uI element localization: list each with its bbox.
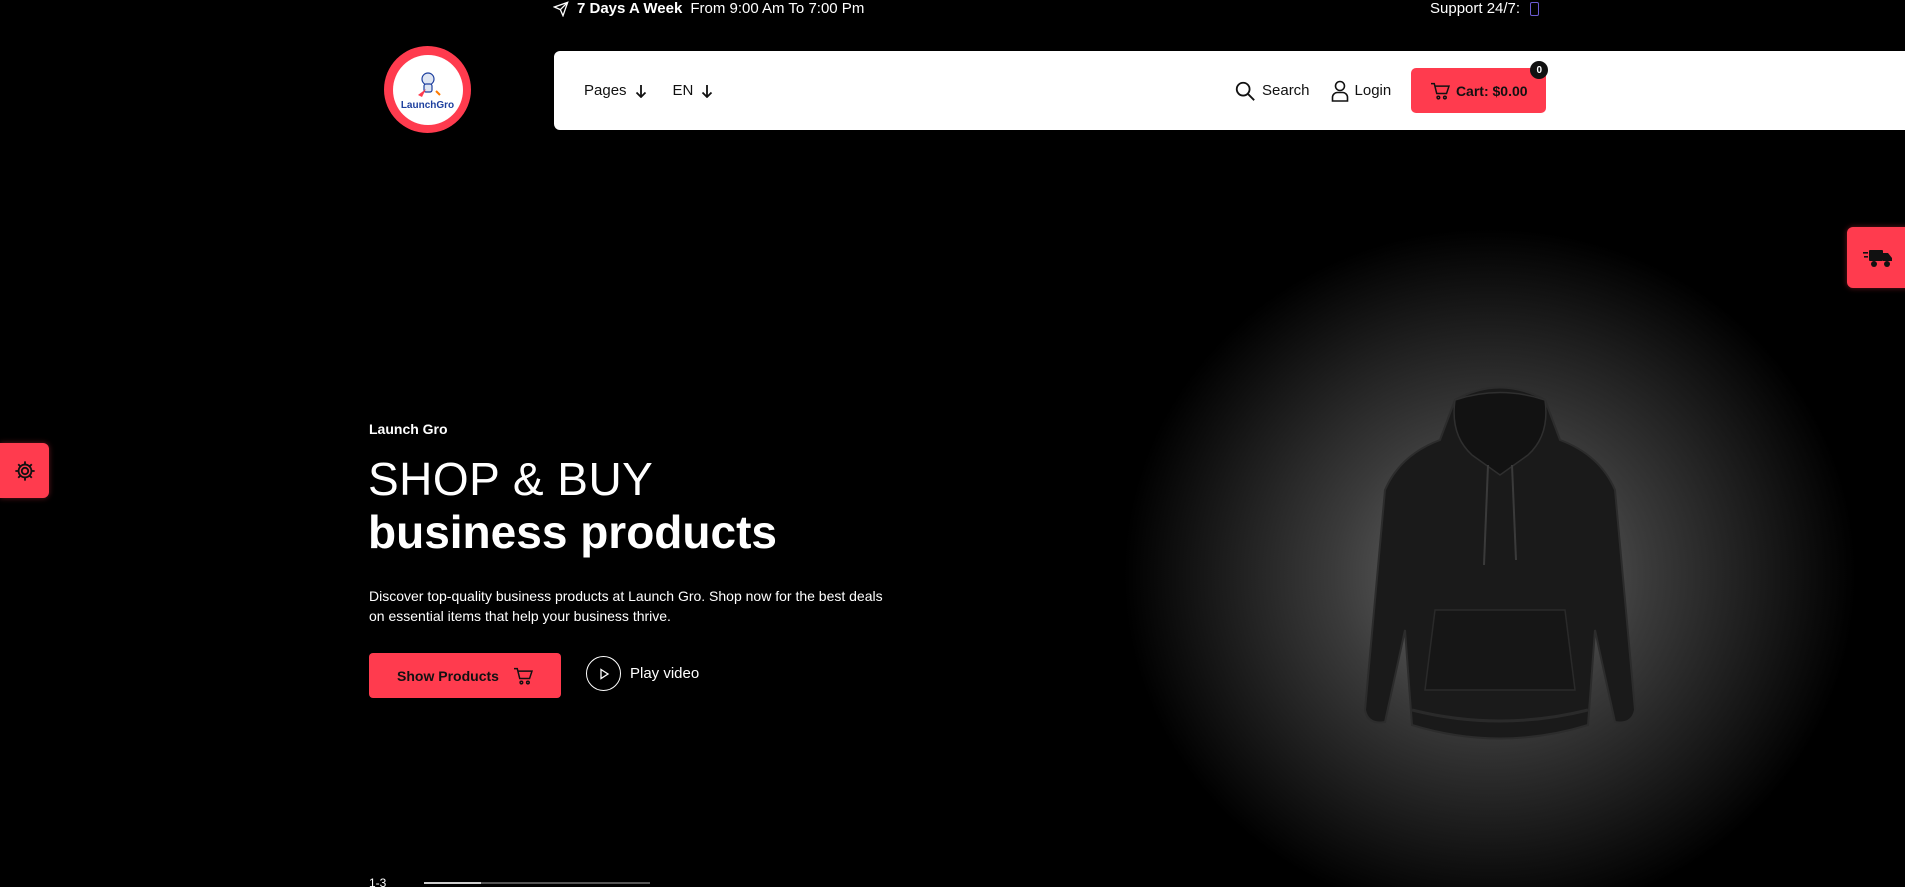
top-info-bar: 7 Days A Week From 9:00 Am To 7:00 Pm Su…: [0, 0, 1905, 18]
show-products-button[interactable]: Show Products: [369, 653, 561, 698]
site-logo[interactable]: LaunchGro: [384, 46, 471, 133]
arrow-down-icon: [635, 84, 646, 98]
logo-badge: LaunchGro: [392, 54, 463, 125]
cart-button[interactable]: Cart: $0.00 0: [1411, 61, 1549, 113]
cart-label: Cart: $0.00: [1455, 82, 1528, 99]
delivery-truck-icon: [1863, 249, 1892, 267]
gear-icon: [14, 460, 35, 481]
logo-text: LaunchGro: [400, 99, 455, 111]
cart-count-badge: 0: [1530, 61, 1549, 79]
cart-icon: [1430, 82, 1450, 100]
hero-title-line2: business products: [368, 506, 777, 558]
play-icon: [599, 667, 609, 680]
hours-text: From 9:00 Am To 7:00 Pm: [690, 0, 865, 17]
hero-description: Discover top-quality business products a…: [369, 588, 883, 624]
pages-menu[interactable]: Pages: [584, 82, 647, 99]
days-text: 7 Days A Week: [577, 0, 683, 17]
slide-progress-bar[interactable]: [424, 882, 650, 884]
show-products-label: Show Products: [397, 667, 499, 684]
rocket-astronaut-icon: [417, 71, 441, 97]
hero-eyebrow: Launch Gro: [369, 421, 448, 437]
phone-icon[interactable]: [1530, 1, 1540, 16]
cart-icon: [513, 667, 533, 685]
arrow-down-icon: [702, 84, 713, 98]
settings-tab[interactable]: [0, 443, 49, 498]
support-text: Support 24/7:: [1430, 0, 1521, 17]
send-icon: [553, 0, 569, 17]
search-label: Search: [1262, 82, 1310, 99]
slide-progress-fill: [424, 882, 481, 884]
search-icon: [1235, 81, 1255, 101]
search-button[interactable]: Search: [1234, 80, 1310, 102]
user-icon: [1331, 80, 1348, 102]
play-circle: [586, 656, 621, 691]
pages-label: Pages: [584, 82, 627, 99]
slide-counter: 1-3: [369, 876, 387, 887]
hoodie-product-image: [1363, 386, 1637, 740]
login-button[interactable]: Login: [1331, 80, 1392, 102]
play-video-button[interactable]: Play video: [586, 656, 699, 691]
language-menu[interactable]: EN: [673, 82, 714, 99]
hero-title-line1: SHOP & BUY: [368, 453, 654, 505]
play-video-label: Play video: [630, 665, 700, 682]
delivery-tab[interactable]: [1847, 227, 1905, 288]
login-label: Login: [1354, 82, 1392, 99]
support-info: Support 24/7:: [1430, 0, 1540, 17]
main-navbar: Pages EN Search Login Cart: $0.00 0: [554, 51, 1905, 130]
language-label: EN: [672, 82, 694, 99]
opening-hours: 7 Days A Week From 9:00 Am To 7:00 Pm: [553, 0, 864, 17]
